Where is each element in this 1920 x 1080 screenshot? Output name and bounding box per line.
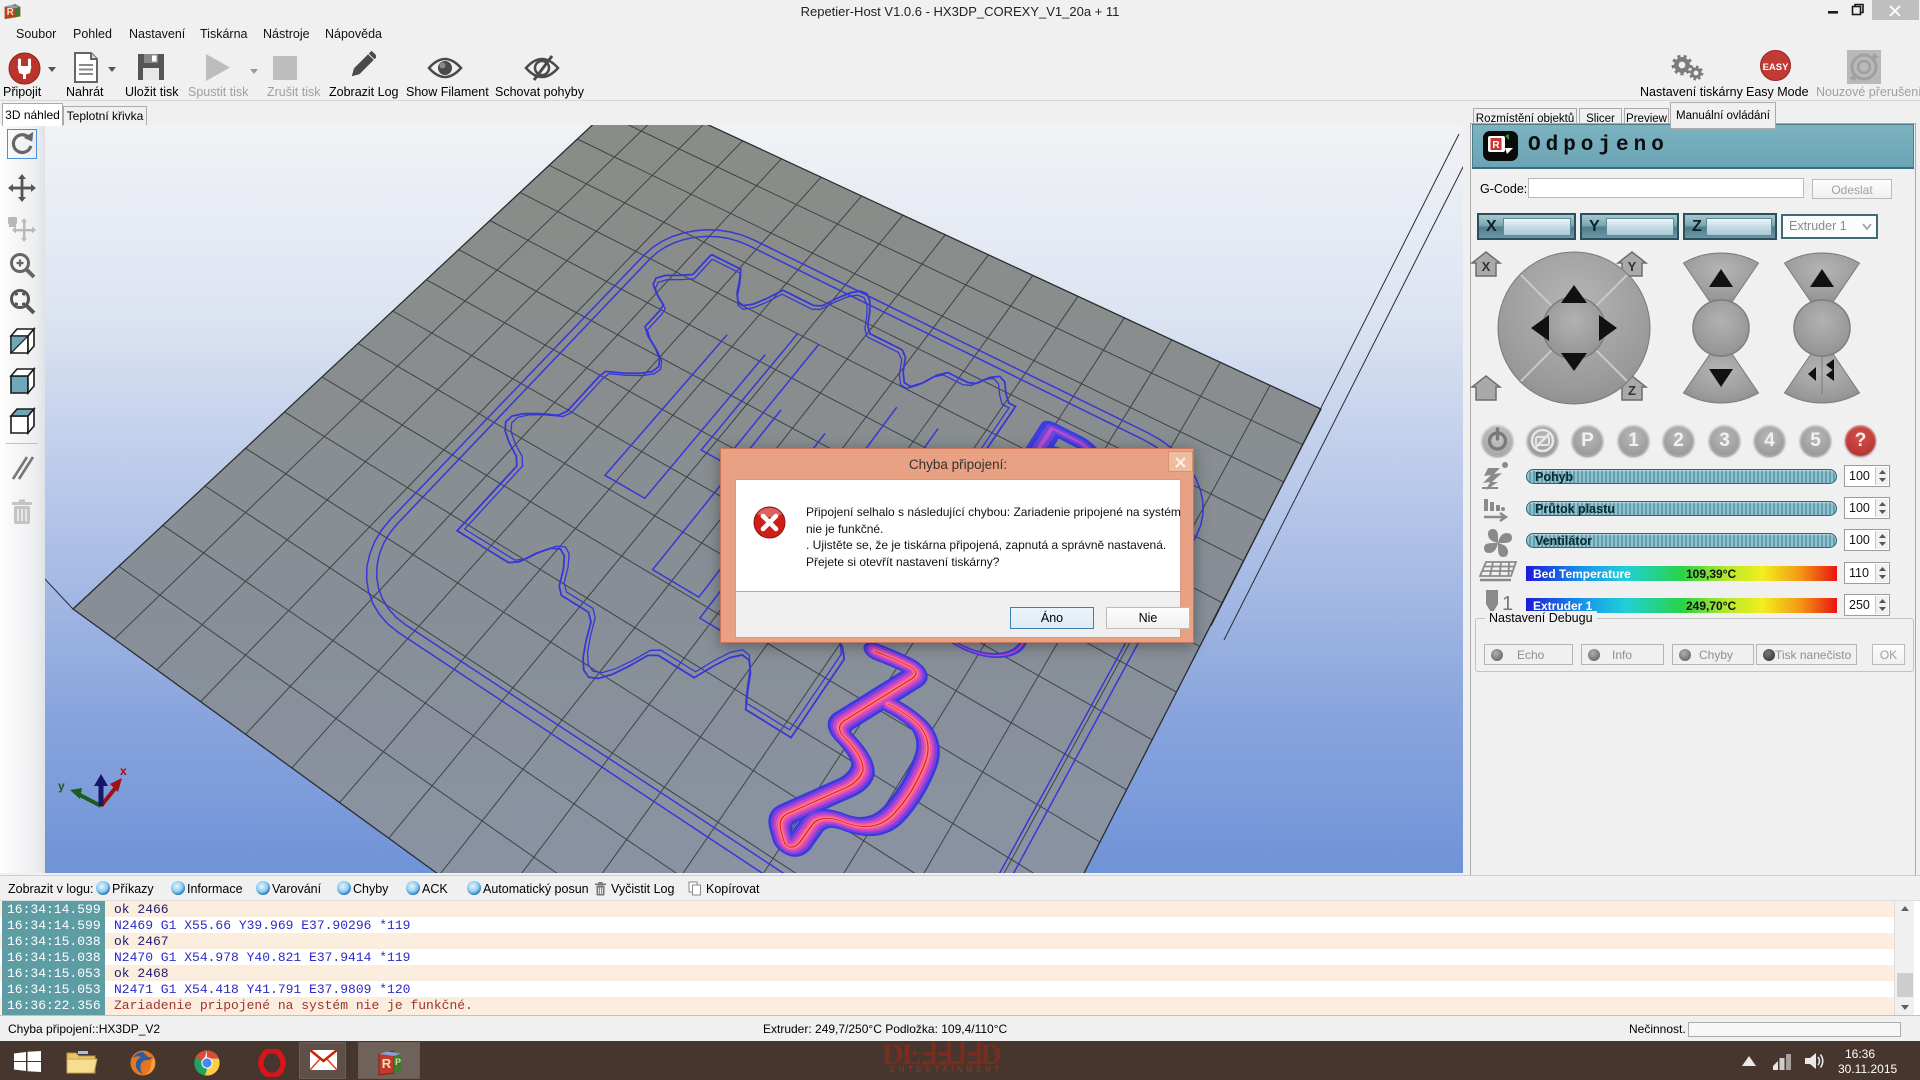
svg-text:EASY: EASY — [1763, 62, 1790, 73]
svg-text:x: x — [120, 764, 127, 778]
svg-text:Z: Z — [1628, 383, 1636, 398]
svg-text:R: R — [382, 1056, 392, 1071]
svg-text:Y: Y — [1628, 259, 1637, 274]
svg-text:P: P — [395, 1057, 401, 1067]
svg-text:X: X — [1482, 259, 1491, 274]
svg-text:R: R — [1492, 140, 1500, 151]
svg-text:y: y — [58, 779, 65, 793]
svg-text:R: R — [7, 7, 15, 18]
